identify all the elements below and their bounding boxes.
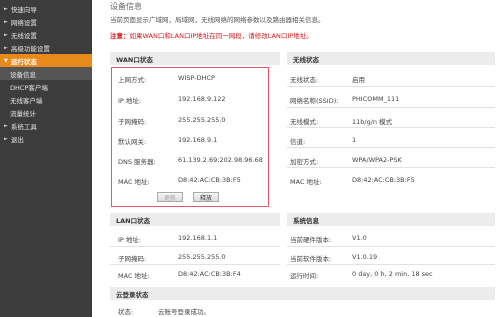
note-prefix: 注意： [110, 32, 130, 40]
row-value: 255.255.255.0 [178, 116, 226, 124]
row-value: PHICOMM_111 [352, 95, 400, 103]
nav-item-system-tools[interactable]: ► 系统工具 [0, 119, 92, 132]
row-label: 状态: [118, 308, 134, 316]
lan-header: LAN口状态 [110, 213, 280, 226]
row-value: 255.255.255.0 [178, 253, 226, 261]
row-label: MAC 地址: [118, 272, 150, 280]
row-value: 0 day, 0 h, 2 min, 18 sec [352, 270, 433, 278]
nav-sub-wireless-clients[interactable]: 无线客户端 [0, 93, 92, 106]
row-label: 信道: [290, 138, 306, 146]
nav-item-network[interactable]: ► 网络设置 [0, 15, 92, 28]
chevron-right-icon: ► [4, 31, 8, 38]
nav-item-label: 退出 [10, 135, 24, 144]
divider [287, 264, 495, 265]
row-label: 子网掩码: [118, 118, 147, 126]
row-value: D8:42:AC:CB:3B:F5 [352, 176, 415, 184]
chevron-right-icon: ► [4, 44, 8, 51]
row-label: 无线状态: [290, 76, 319, 84]
row-label: 上网方式: [118, 76, 147, 84]
row-label: 运行时间: [290, 272, 319, 280]
divider [287, 147, 495, 148]
chevron-right-icon: ► [4, 18, 8, 25]
row-value: 61.139.2.69;202.98.96.68 [178, 156, 263, 164]
row-label: DNS 服务器: [118, 158, 156, 166]
nav-item-label: 快速向导 [10, 5, 37, 14]
row-value: WPA/WPA2-PSK [352, 156, 402, 164]
divider [287, 86, 495, 87]
row-value: D8:42:AC:CB:3B:F4 [178, 270, 241, 278]
wireless-header: 无线状态 [287, 52, 495, 65]
row-label: 当前软件版本: [290, 255, 332, 263]
nav-item-label: 运行状态 [10, 57, 37, 66]
row-label: 加密方式: [290, 158, 319, 166]
row-label: MAC 地址: [118, 178, 150, 186]
release-button[interactable]: 释放 [193, 192, 219, 202]
nav-sub-label: 设备信息 [10, 70, 36, 79]
row-label: MAC 地址: [290, 178, 322, 186]
row-label: 无线模式: [290, 118, 319, 126]
nav-item-label: 系统工具 [10, 122, 37, 131]
row-label: 默认网关: [118, 138, 147, 146]
row-value: V1.0.19 [352, 253, 378, 261]
nav-sub-dhcp-clients[interactable]: DHCP客户端 [0, 80, 92, 93]
row-value: 192.168.9.122 [178, 95, 226, 103]
nav-item-label: 网络设置 [10, 18, 37, 27]
chevron-right-icon: ► [4, 5, 8, 12]
warning-note: 注意：如果WAN口和LAN口IP地址在同一网段，请修改LAN口IP地址。 [110, 30, 313, 40]
row-label: IP 地址: [118, 97, 142, 105]
nav-item-advanced[interactable]: ► 高级功能设置 [0, 41, 92, 54]
divider [287, 246, 495, 247]
nav-item-status[interactable]: ▼ 运行状态 [0, 54, 92, 67]
nav-sub-device-info[interactable]: 设备信息 [0, 67, 92, 80]
nav-sub-traffic-stats[interactable]: 流量统计 [0, 106, 92, 119]
nav-item-wireless[interactable]: ► 无线设置 [0, 28, 92, 41]
nav-item-quick-setup[interactable]: ► 快速向导 [0, 2, 92, 15]
renew-button[interactable]: 更新 [157, 192, 183, 202]
wan-header: WAN口状态 [110, 52, 280, 65]
page-description: 当前页面显示广域网，局域网，无线网络的网络参数以及路由器相关信息。 [110, 16, 325, 24]
page-title: 设备信息 [110, 2, 142, 11]
chevron-down-icon: ▼ [4, 57, 8, 64]
row-value: 11b/g/n 模式 [352, 118, 393, 126]
row-label: 子网掩码: [118, 255, 147, 263]
note-text: 如果WAN口和LAN口IP地址在同一网段，请修改LAN口IP地址。 [129, 32, 313, 40]
system-header: 系统信息 [287, 213, 495, 226]
row-value: 192.168.9.1 [178, 136, 218, 144]
sidebar: ► 快速向导 ► 网络设置 ► 无线设置 ► 高级功能设置 ▼ 运行状态 设备信… [0, 0, 92, 317]
row-value: D8:42:AC:CB:3B:F5 [178, 176, 241, 184]
nav-item-label: 无线设置 [10, 31, 37, 40]
divider [287, 167, 495, 168]
row-value: 启用 [352, 76, 365, 84]
divider [287, 127, 495, 128]
nav-item-logout[interactable]: ► 退出 [0, 132, 92, 145]
nav-sub-label: 流量统计 [10, 109, 36, 118]
divider [110, 264, 280, 265]
row-label: 当前硬件版本: [290, 236, 332, 244]
divider [287, 107, 495, 108]
divider [110, 246, 280, 247]
chevron-right-icon: ► [4, 122, 8, 129]
row-value: V1.0 [352, 234, 367, 242]
main-content: 设备信息 当前页面显示广域网，局域网，无线网络的网络参数以及路由器相关信息。 注… [100, 0, 500, 317]
row-label: 网络名称(SSID): [290, 97, 339, 105]
nav-item-label: 高级功能设置 [10, 44, 50, 53]
row-value: WISP-DHCP [178, 74, 215, 82]
nav-sub-label: 无线客户端 [10, 96, 43, 105]
row-value: 1 [352, 136, 357, 144]
chevron-right-icon: ► [4, 135, 8, 142]
nav-sub-label: DHCP客户端 [10, 83, 48, 92]
row-value: 192.168.1.1 [178, 234, 218, 242]
row-value: 云账号登录成功。 [158, 308, 210, 316]
row-label: IP 地址: [118, 236, 142, 244]
cloud-header: 云登录状态 [110, 287, 495, 300]
